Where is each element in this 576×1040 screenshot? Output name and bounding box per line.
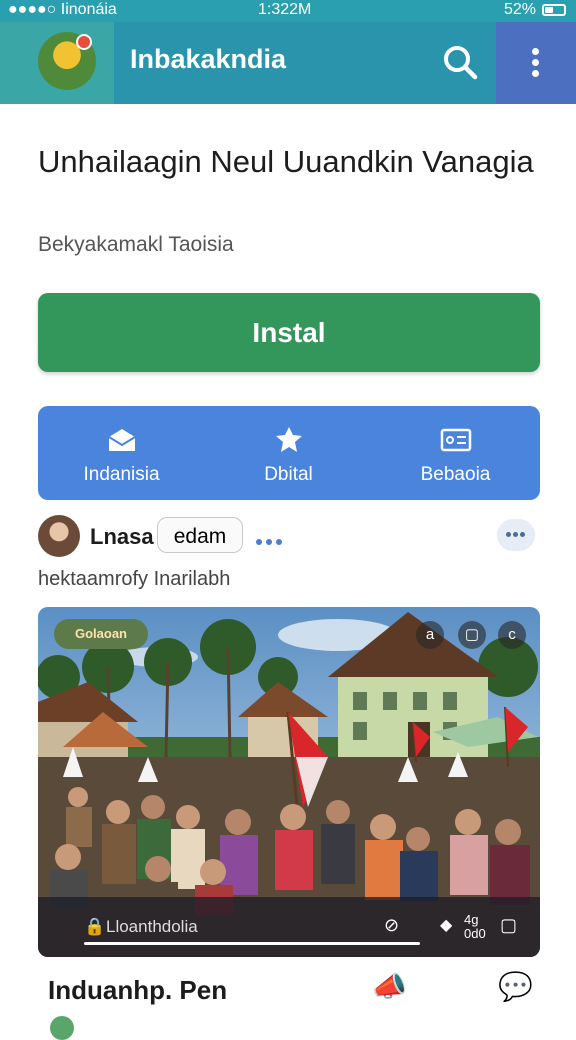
action-label: Bebaoia: [420, 464, 491, 485]
action-indanisia[interactable]: Indanisia: [38, 406, 205, 500]
clock: 1:322M: [258, 1, 312, 18]
app-logo-icon[interactable]: [38, 32, 96, 90]
search-button[interactable]: [438, 40, 482, 84]
install-button[interactable]: Instal: [38, 293, 540, 372]
window-icon[interactable]: ▢: [500, 915, 517, 936]
media-crop-icon[interactable]: ▢: [458, 621, 486, 649]
player-title: Lloanthdolia: [106, 917, 198, 936]
kebab-menu-icon[interactable]: [516, 40, 556, 84]
notification-dot: [76, 34, 92, 50]
action-label: Indanisia: [83, 464, 160, 485]
carrier-signal: ●●●●○ Iinonáia: [8, 1, 117, 18]
page-subtitle: Bekyakamakl Taoisia: [38, 233, 234, 256]
megaphone-icon[interactable]: 📣: [372, 970, 407, 1004]
action-bar: Indanisia Dbital Bebaoia: [38, 406, 540, 500]
player-count: 4g 0d0: [464, 912, 486, 941]
post-header: Lnasa edam: [38, 515, 538, 559]
progress-bar[interactable]: [84, 942, 420, 945]
speed-icon[interactable]: ⊘: [384, 915, 399, 936]
page-title: Unhailaagin Neul Uuandkin Vanagia: [38, 144, 534, 179]
id-card-icon: [440, 428, 472, 452]
media-action-c-icon[interactable]: c: [498, 621, 526, 649]
media-player-bar: 🔒 Lloanthdolia ⊘ ◆ 4g 0d0 ▢: [38, 897, 540, 957]
footer-title: Induanhp. Pen: [48, 975, 228, 1005]
colorful-app-icon[interactable]: ◆: [440, 915, 452, 935]
overflow-menu-area: [496, 22, 576, 104]
action-bebaoia[interactable]: Bebaoia: [372, 406, 539, 500]
battery-icon: [542, 4, 566, 16]
action-dbital[interactable]: Dbital: [205, 406, 372, 500]
post-chip-button[interactable]: edam: [157, 517, 243, 553]
app-title: Inbakakndia: [130, 44, 287, 74]
status-bar: ●●●●○ Iinonáia 1:322M 52%: [0, 0, 576, 22]
next-item-avatar: [50, 1016, 74, 1040]
search-icon: [444, 46, 478, 80]
post-username[interactable]: Lnasa: [90, 524, 154, 550]
post-caption: hektaamrofy Inarilabh: [38, 568, 231, 590]
more-options-button[interactable]: [497, 519, 535, 551]
lock-icon: 🔒: [84, 917, 106, 936]
mail-icon: [108, 429, 136, 451]
avatar[interactable]: [38, 515, 80, 557]
battery-percent: 52%: [503, 1, 536, 18]
media-action-a-icon[interactable]: a: [416, 621, 444, 649]
comment-icon[interactable]: 💬: [498, 970, 533, 1004]
star-badge-icon: [276, 427, 302, 452]
ellipsis-icon[interactable]: [256, 532, 286, 550]
app-bar: Inbakakndia: [0, 22, 576, 104]
post-media[interactable]: Golaoan a ▢ c 🔒 Lloanthdolia ⊘ ◆ 4g 0d0 …: [38, 607, 540, 957]
logo-area: [0, 22, 114, 104]
media-badge: Golaoan: [54, 619, 148, 649]
action-label: Dbital: [264, 464, 313, 485]
